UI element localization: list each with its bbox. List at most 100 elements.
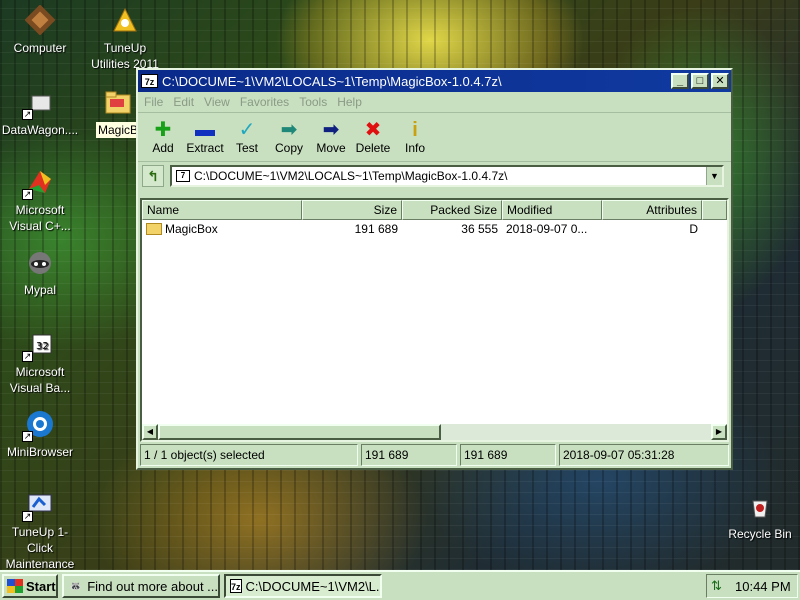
column-header-modified[interactable]: Modified: [502, 200, 602, 220]
up-folder-button[interactable]: ↰: [142, 165, 164, 187]
delete-icon: ✖: [364, 119, 382, 141]
desktop-icon-mypal[interactable]: Mypal: [0, 246, 80, 298]
network-icon[interactable]: ⇅: [711, 578, 729, 594]
close-button[interactable]: ✕: [711, 73, 729, 89]
add-button[interactable]: ✚ Add: [142, 113, 184, 155]
test-button[interactable]: ✓ Test: [226, 113, 268, 155]
minimize-button[interactable]: _: [671, 73, 689, 89]
column-header-size[interactable]: Size: [302, 200, 402, 220]
add-label: Add: [152, 141, 174, 155]
desktop-icon-label: Computer: [13, 41, 67, 55]
windows-flag-icon: [7, 579, 23, 593]
delete-button[interactable]: ✖ Delete: [352, 113, 394, 155]
desktop-icon-tuneup-utilities[interactable]: TuneUp Utilities 2011: [85, 4, 165, 72]
tuneup-icon: [109, 4, 141, 36]
visual-cpp-icon: ↗: [22, 166, 56, 200]
extract-button[interactable]: ▬ Extract: [184, 113, 226, 155]
minibrowser-icon: ↗: [22, 408, 56, 442]
file-manager-window: 7z C:\DOCUME~1\VM2\LOCALS~1\Temp\MagicBo…: [136, 68, 733, 470]
taskbar-button-label: C:\DOCUME~1\VM2\L...: [245, 578, 382, 594]
table-row[interactable]: MagicBox 191 689 36 555 2018-09-07 0... …: [142, 220, 727, 238]
column-header-name[interactable]: Name: [142, 200, 302, 220]
menu-tools[interactable]: Tools: [299, 95, 327, 109]
desktop-icon-label: Recycle Bin: [728, 527, 792, 541]
system-tray: ⇅ 10:44 PM: [706, 574, 798, 598]
extract-icon: ▬: [195, 119, 215, 141]
7z-icon: 7z: [230, 579, 242, 593]
start-button[interactable]: Start: [2, 574, 58, 598]
move-label: Move: [316, 141, 346, 155]
copy-button[interactable]: ➡ Copy: [268, 113, 310, 155]
copy-icon: ➡: [280, 119, 298, 141]
window-title: C:\DOCUME~1\VM2\LOCALS~1\Temp\MagicBox-1…: [162, 73, 502, 89]
desktop-icon-label: TuneUp 1-Click Maintenance: [5, 525, 75, 571]
up-arrow-icon: ↰: [147, 168, 159, 184]
taskbar-button-7zip[interactable]: 7z C:\DOCUME~1\VM2\L...: [224, 574, 382, 598]
address-text: C:\DOCUME~1\VM2\LOCALS~1\Temp\MagicBox-1…: [194, 169, 508, 183]
menu-bar: File Edit View Favorites Tools Help: [138, 92, 731, 112]
file-name-cell: MagicBox: [142, 222, 302, 236]
desktop-icon-label: MagicB: [95, 122, 140, 138]
desktop-icon-datawagon[interactable]: ↗ DataWagon....: [0, 86, 80, 138]
add-icon: ✚: [154, 119, 172, 141]
scroll-right-icon[interactable]: ▶: [711, 424, 727, 440]
desktop-icon-computer[interactable]: Computer: [0, 4, 80, 56]
move-button[interactable]: ➡ Move: [310, 113, 352, 155]
clock[interactable]: 10:44 PM: [735, 579, 791, 594]
toolbar: ✚ Add ▬ Extract ✓ Test ➡ Copy ➡ Move ✖ D…: [138, 112, 731, 162]
column-header-attributes[interactable]: Attributes: [602, 200, 702, 220]
info-button[interactable]: i Info: [394, 113, 436, 155]
extract-label: Extract: [186, 141, 224, 155]
taskbar-button-browser[interactable]: 🦝 Find out more about ...: [62, 574, 220, 598]
start-label: Start: [26, 578, 56, 594]
desktop-icon-minibrowser[interactable]: ↗ MiniBrowser: [0, 408, 80, 460]
status-size: 191 689: [361, 444, 457, 466]
scrollbar-thumb[interactable]: [158, 424, 441, 440]
desktop-icon-label: MiniBrowser: [6, 445, 73, 459]
status-selection: 1 / 1 object(s) selected: [140, 444, 358, 466]
address-combobox[interactable]: 7 C:\DOCUME~1\VM2\LOCALS~1\Temp\MagicBox…: [170, 165, 724, 187]
menu-edit[interactable]: Edit: [173, 95, 194, 109]
desktop-icon-label: DataWagon....: [1, 123, 79, 137]
maximize-button[interactable]: □: [691, 73, 709, 89]
menu-view[interactable]: View: [204, 95, 230, 109]
taskbar-button-label: Find out more about ...: [87, 578, 218, 594]
file-list-header: Name Size Packed Size Modified Attribute…: [142, 200, 727, 220]
status-bar: 1 / 1 object(s) selected 191 689 191 689…: [140, 444, 729, 466]
desktop-icon-label: Mypal: [23, 283, 56, 297]
column-header-packed-size[interactable]: Packed Size: [402, 200, 502, 220]
folder-icon: [102, 86, 134, 118]
status-packed-size: 191 689: [460, 444, 556, 466]
chevron-down-icon[interactable]: ▼: [706, 167, 722, 185]
horizontal-scrollbar[interactable]: ◀ ▶: [142, 424, 727, 440]
computer-icon: [24, 4, 56, 36]
test-label: Test: [235, 141, 258, 155]
info-label: Info: [404, 141, 425, 155]
desktop-icon-visual-cpp[interactable]: ↗ Microsoft Visual C+...: [0, 166, 80, 234]
address-bar: ↰ 7 C:\DOCUME~1\VM2\LOCALS~1\Temp\MagicB…: [138, 162, 731, 190]
desktop-icon-recycle-bin[interactable]: Recycle Bin: [720, 490, 800, 542]
7z-icon: 7z: [141, 74, 158, 88]
taskbar: Start 🦝 Find out more about ... 7z C:\DO…: [0, 570, 800, 600]
menu-file[interactable]: File: [144, 95, 163, 109]
archive-icon: 7: [176, 170, 190, 182]
tuneup-1click-icon: ↗: [22, 488, 56, 522]
file-modified-cell: 2018-09-07 0...: [506, 222, 588, 236]
visual-basic-icon: 32 ↗: [22, 328, 56, 362]
status-modified: 2018-09-07 05:31:28: [559, 444, 729, 466]
svg-text:32: 32: [36, 341, 49, 352]
menu-help[interactable]: Help: [337, 95, 362, 109]
title-bar[interactable]: 7z C:\DOCUME~1\VM2\LOCALS~1\Temp\MagicBo…: [138, 70, 731, 92]
desktop-icon-tuneup-1click[interactable]: ↗ TuneUp 1-Click Maintenance: [0, 488, 80, 572]
info-icon: i: [412, 119, 418, 141]
delete-label: Delete: [355, 141, 391, 155]
scrollbar-track[interactable]: [441, 424, 711, 440]
datawagon-icon: ↗: [22, 86, 56, 120]
file-packed-size-cell: 36 555: [461, 222, 498, 236]
scroll-left-icon[interactable]: ◀: [142, 424, 158, 440]
test-icon: ✓: [238, 119, 256, 141]
desktop-icon-visual-basic[interactable]: 32 ↗ Microsoft Visual Ba...: [0, 328, 80, 396]
menu-favorites[interactable]: Favorites: [240, 95, 289, 109]
raccoon-icon: 🦝: [69, 581, 82, 591]
file-attributes-cell: D: [689, 222, 698, 236]
